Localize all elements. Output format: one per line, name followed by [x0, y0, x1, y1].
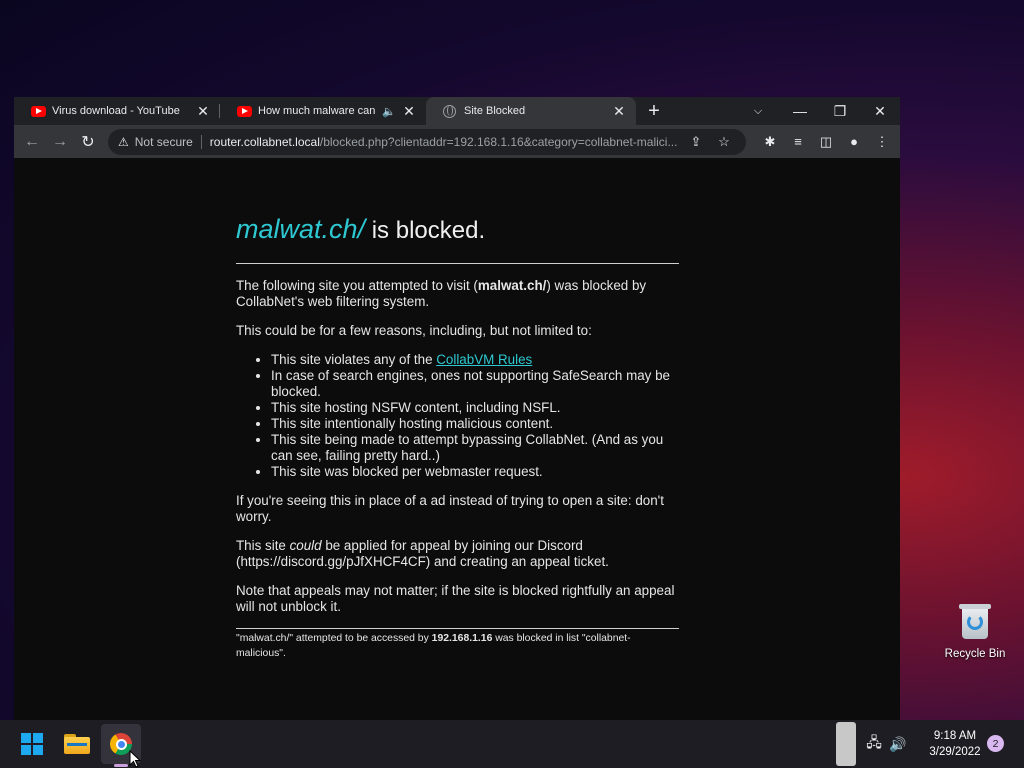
side-panel-icon[interactable]: ◫ [812, 128, 840, 156]
tab-title: Virus download - YouTube [52, 105, 180, 117]
url-path: /blocked.php?clientaddr=192.168.1.16&cat… [319, 134, 678, 149]
collabvm-rules-link[interactable]: CollabVM Rules [436, 352, 532, 367]
close-window-button[interactable]: ✕ [860, 97, 900, 125]
tab-search-icon[interactable]: ⌵ [744, 97, 772, 125]
tab-site-blocked[interactable]: Site Blocked ✕ [426, 97, 636, 125]
appeal-note: Note that appeals may not matter; if the… [236, 583, 675, 614]
block-footer: "malwat.ch/" attempted to be accessed by… [236, 630, 679, 661]
bookmark-star-icon[interactable]: ☆ [710, 134, 738, 150]
tab-title: Site Blocked [464, 105, 526, 117]
recycle-bin-icon [959, 602, 991, 640]
intro-paragraph: The following site you attempted to visi… [236, 278, 679, 310]
list-item: This site violates any of the CollabVM R… [271, 352, 679, 368]
window-controls: — ❐ ✕ [780, 97, 900, 125]
page-content: malwat.ch/ is blocked. The following sit… [14, 158, 900, 720]
intro-site: malwat.ch/ [477, 278, 547, 293]
reload-button[interactable]: ↻ [74, 128, 102, 156]
divider [236, 263, 679, 264]
tab-close-icon[interactable]: ✕ [612, 103, 626, 120]
footer-pre: "malwat.ch/" attempted to be accessed by [236, 633, 432, 644]
footer-ip: 192.168.1.16 [431, 633, 493, 644]
appeal-paragraph: This site could be applied for appeal by… [236, 538, 679, 570]
clock-date: 3/29/2022 [929, 746, 981, 758]
browser-toolbar: ← → ↻ ⚠ Not secure router.collabnet.loca… [14, 125, 900, 158]
heading-suffix: is blocked. [365, 217, 486, 244]
recycle-bin-shortcut[interactable]: Recycle Bin [940, 602, 1010, 660]
speaker-icon[interactable]: 🔈 [382, 105, 396, 118]
warning-icon[interactable]: ⚠ [118, 135, 129, 149]
tab-title: How much malware can you [258, 105, 376, 117]
appeal-em: could [289, 538, 322, 553]
taskbar-clock[interactable]: 9:18 AM 3/29/2022 [915, 728, 995, 760]
profile-icon[interactable]: ● [840, 128, 868, 156]
folder-icon [64, 734, 90, 754]
reasons-list: This site violates any of the CollabVM R… [271, 352, 679, 480]
intro-pre: The following site you attempted to visi… [236, 278, 478, 293]
notification-badge[interactable]: 2 [987, 735, 1004, 752]
youtube-icon [237, 105, 252, 117]
youtube-icon [31, 105, 46, 117]
blocked-site-name: malwat.ch/ [236, 214, 366, 244]
active-app-indicator [114, 764, 128, 767]
page-heading: malwat.ch/ is blocked. [236, 214, 679, 246]
file-explorer-button[interactable] [57, 724, 97, 764]
divider [236, 628, 679, 629]
volume-icon[interactable]: 🔊 [887, 732, 909, 756]
url-text[interactable]: router.collabnet.local/blocked.php?clien… [210, 135, 682, 149]
minimize-button[interactable]: — [780, 97, 820, 125]
restore-button[interactable]: ❐ [820, 97, 860, 125]
appeal-pre: This site [236, 538, 290, 553]
clock-time: 9:18 AM [933, 730, 977, 742]
tray-overflow-handle[interactable] [836, 722, 856, 766]
list-item: This site being made to attempt bypassin… [271, 432, 679, 464]
address-bar[interactable]: ⚠ Not secure router.collabnet.local/bloc… [108, 128, 746, 155]
menu-icon[interactable]: ⋮ [868, 128, 896, 156]
windows-logo-icon [21, 733, 43, 755]
reason-text: This site violates any of the [271, 352, 437, 367]
network-icon[interactable]: 🖧 [863, 732, 885, 756]
new-tab-button[interactable]: + [640, 97, 668, 125]
list-item: This site hosting NSFW content, includin… [271, 400, 679, 416]
tab-how-much-malware[interactable]: How much malware can you 🔈 ✕ [220, 97, 426, 125]
blocked-page: malwat.ch/ is blocked. The following sit… [236, 214, 679, 661]
recycle-bin-label: Recycle Bin [944, 648, 1006, 660]
list-item: In case of search engines, ones not supp… [271, 368, 679, 400]
tab-close-icon[interactable]: ✕ [196, 103, 210, 120]
tab-strip: Virus download - YouTube ✕ How much malw… [14, 97, 900, 125]
share-icon[interactable]: ⇪ [682, 134, 710, 150]
forward-button[interactable]: → [46, 128, 74, 156]
extensions-icon[interactable]: ✱ [756, 128, 784, 156]
security-label[interactable]: Not secure [135, 135, 193, 149]
ad-note: If you're seeing this in place of a ad i… [236, 493, 664, 524]
list-item: This site intentionally hosting maliciou… [271, 416, 679, 432]
tab-close-icon[interactable]: ✕ [402, 103, 416, 120]
tab-virus-download[interactable]: Virus download - YouTube ✕ [14, 97, 220, 125]
list-item: This site was blocked per webmaster requ… [271, 464, 679, 480]
back-button[interactable]: ← [18, 128, 46, 156]
reasons-intro: This could be for a few reasons, includi… [236, 323, 592, 338]
globe-icon [443, 104, 456, 118]
browser-window: Virus download - YouTube ✕ How much malw… [14, 97, 900, 720]
url-host: router.collabnet.local [209, 134, 320, 149]
start-button[interactable] [12, 724, 52, 764]
media-controls-icon[interactable]: ≡ [784, 128, 812, 156]
divider [200, 134, 202, 149]
